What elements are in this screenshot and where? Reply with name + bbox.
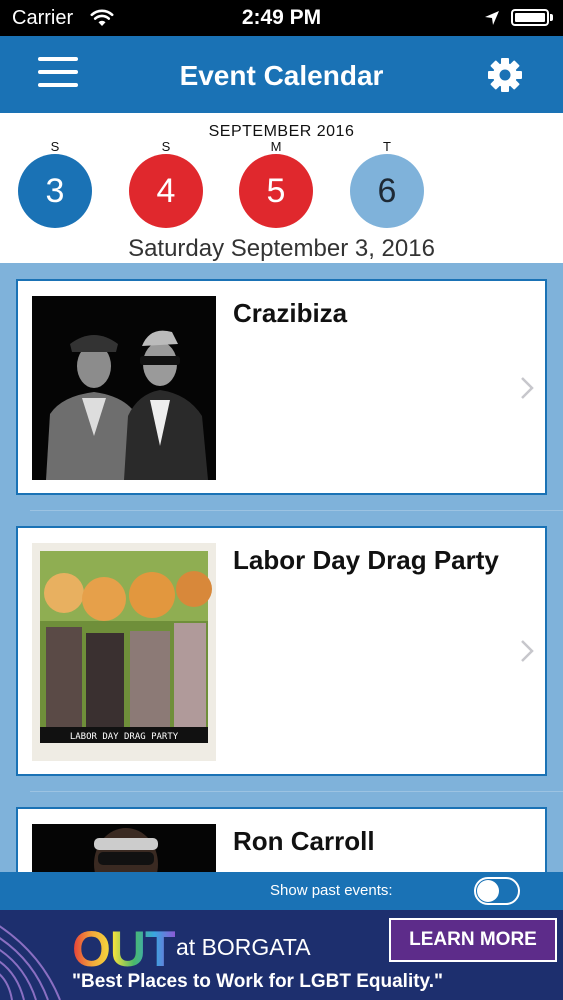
day-of-week: M (270, 139, 282, 154)
event-name: Crazibiza (233, 298, 348, 328)
day-4[interactable]: S 4 (128, 140, 204, 228)
event-card-crazibiza[interactable]: Crazibiza (16, 279, 547, 495)
ad-tagline: "Best Places to Work for LGBT Equality." (72, 971, 443, 992)
day-of-week: S (161, 139, 171, 154)
event-image: LABOR DAY DRAG PARTY (32, 543, 216, 761)
chevron-right-icon (519, 375, 535, 406)
nav-bar: Event Calendar (0, 36, 563, 113)
toggle-knob (477, 880, 499, 902)
show-past-events-label: Show past events: (270, 882, 393, 899)
day-3[interactable]: S 3 (17, 140, 93, 228)
gear-icon[interactable] (486, 56, 524, 99)
page-title: Event Calendar (179, 60, 384, 91)
calendar-strip: SEPTEMBER 2016 S 3 S 4 M 5 T 6 Saturday … (0, 113, 563, 263)
day-of-week: S (50, 139, 60, 154)
ad-stripes-graphic (0, 925, 61, 1000)
location-arrow-icon (484, 10, 500, 31)
day-of-week: T (383, 139, 391, 154)
event-card-labor-day-drag-party[interactable]: LABOR DAY DRAG PARTY Labor Day Drag Part… (16, 526, 547, 776)
event-image (32, 296, 216, 480)
day-6[interactable]: T 6 (349, 140, 425, 228)
show-past-events-toggle[interactable] (474, 877, 520, 905)
event-name: Labor Day Drag Party (233, 545, 499, 575)
status-bar: Carrier 2:49 PM (0, 0, 563, 36)
divider (30, 510, 563, 511)
ad-banner[interactable]: OUT at BORGATA "Best Places to Work for … (0, 910, 563, 1000)
battery-icon (511, 9, 549, 26)
event-image (32, 824, 216, 872)
event-card-ron-carroll[interactable]: Ron Carroll (16, 807, 547, 872)
day-circle: 3 (18, 154, 92, 228)
event-name: Ron Carroll (233, 826, 375, 856)
day-circle: 6 (350, 154, 424, 228)
event-list[interactable]: Crazibiza LABOR DAY DRAG PARTY Labor Day… (0, 263, 563, 872)
selected-date: Saturday September 3, 2016 (128, 235, 435, 262)
divider (30, 791, 563, 792)
past-events-bar: Show past events: (0, 872, 563, 910)
clock: 2:49 PM (241, 6, 322, 29)
ad-brand-suffix: at BORGATA (176, 934, 311, 960)
chevron-right-icon (519, 638, 535, 669)
day-5[interactable]: M 5 (238, 140, 314, 228)
learn-more-button[interactable]: LEARN MORE (389, 918, 557, 962)
month-label: SEPTEMBER 2016 (208, 123, 355, 140)
image-caption: LABOR DAY DRAG PARTY (70, 732, 179, 742)
day-circle: 4 (129, 154, 203, 228)
ad-brand: OUT (72, 921, 176, 977)
day-circle: 5 (239, 154, 313, 228)
battery-tip (550, 14, 553, 21)
